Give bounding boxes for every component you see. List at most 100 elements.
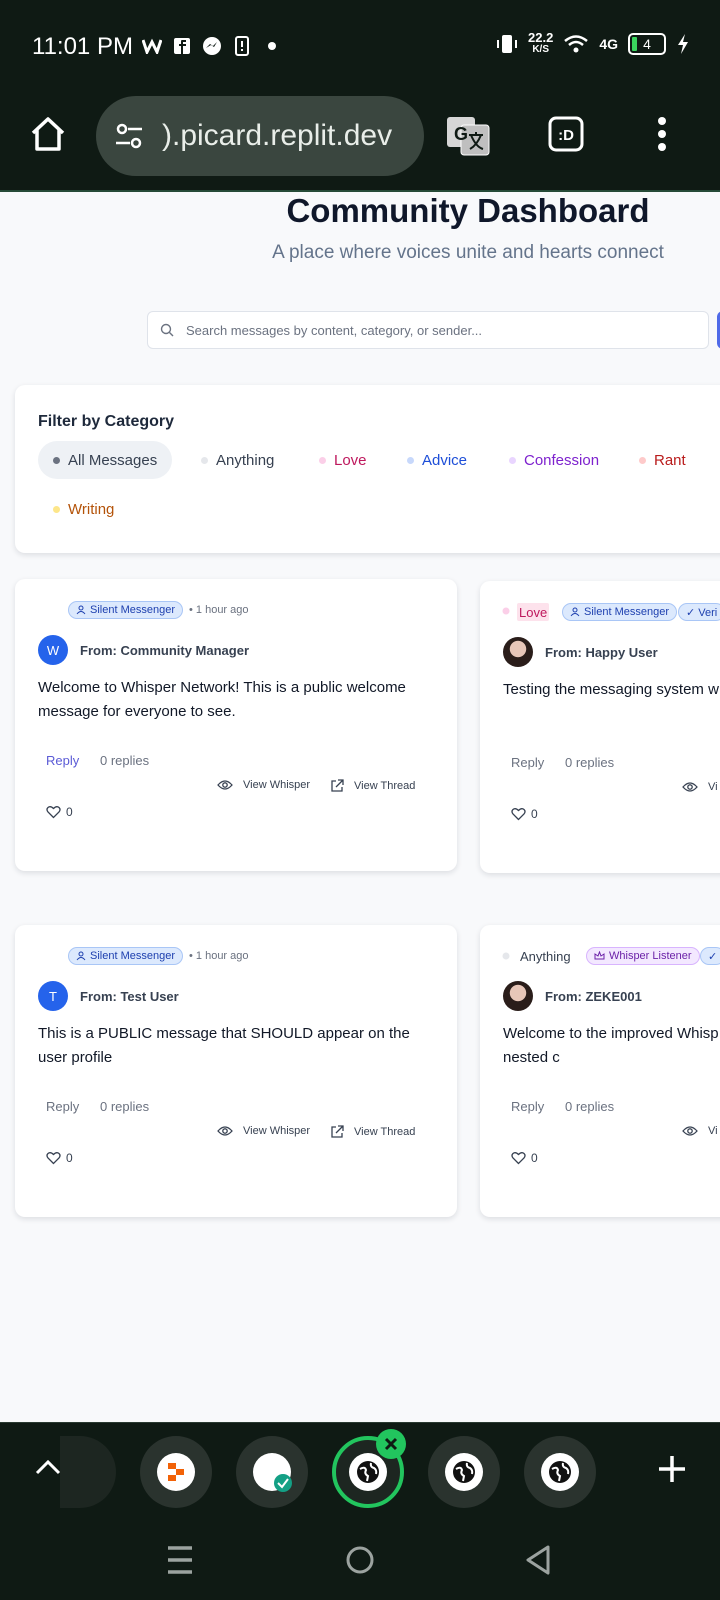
address-bar[interactable]: ).picard.replit.dev [96,96,424,176]
view-thread-label: View Thread [354,780,416,792]
external-link-icon [331,779,344,792]
eye-icon [682,782,698,792]
tab-favicon [445,1453,483,1491]
role-badge-label: Whisper Listener [609,950,692,962]
view-whisper-label: View Whisper [243,779,311,791]
role-badge-label: Silent Messenger [90,604,175,616]
new-tab-plus-icon[interactable] [652,1449,692,1489]
tab-thumbnail-1[interactable] [140,1436,212,1508]
category-badge: Love [517,603,550,621]
view-thread-button[interactable]: View Thread [330,1125,415,1139]
filter-chip-anything[interactable]: Anything [186,441,289,479]
search-placeholder[interactable]: Search messages by content, category, or… [186,323,482,338]
category-dot [319,456,326,464]
reply-count[interactable]: 0 replies [565,755,614,770]
message-body: Welcome to the improved Whisp system sup… [503,1025,720,1066]
search-icon [160,323,174,337]
view-whisper-label: Vi [708,781,718,793]
crown-icon [594,951,605,960]
view-whisper-button[interactable]: Vi [682,781,718,793]
like-button[interactable]: 0 [46,805,73,819]
globe-icon [549,1461,571,1483]
wifi-icon [564,35,589,53]
filter-chip-writing[interactable]: Writing [38,490,129,528]
message-time: • 1 hour ago [189,604,249,616]
close-tab-icon[interactable] [376,1429,406,1459]
recent-apps-icon[interactable] [164,1542,196,1578]
tab-thumbnail-2[interactable] [236,1436,308,1508]
category-badge-label: Anything [520,948,571,964]
like-button[interactable]: 0 [511,807,538,821]
heart-icon [46,1152,61,1165]
view-whisper-button[interactable]: View Whisper [217,779,310,791]
more-menu-icon[interactable] [652,114,672,154]
reply-count[interactable]: 0 replies [565,1099,614,1114]
filter-chip-love[interactable]: Love [304,441,382,479]
extension-icon[interactable]: :D [548,116,584,152]
category-badge-label: Love [519,604,548,620]
filter-chip-confession[interactable]: Confession [494,441,614,479]
filter-chip-advice[interactable]: Advice [392,441,482,479]
filter-chip-label: Confession [524,451,600,469]
facebook-icon [172,36,192,56]
category-dot [502,952,510,960]
eye-icon [217,780,233,790]
view-thread-label: View Thread [354,1126,416,1138]
user-icon [570,607,580,617]
notification-icons [142,36,282,56]
filter-chip-label: Advice [422,451,468,469]
user-icon [76,605,86,615]
avatar [503,637,533,667]
tab-favicon [349,1453,387,1491]
filter-chip-rant[interactable]: Rant [624,441,701,479]
vibrate-icon [497,35,517,53]
message-card: Love Silent Messenger ✓ Veri From: Happy… [480,581,720,873]
view-whisper-button[interactable]: Vi [682,1125,718,1137]
avatar: W [38,635,68,665]
home-icon[interactable] [26,112,70,156]
reply-button[interactable]: Reply [511,1099,544,1114]
page-title: Community Dashboard [286,192,650,229]
user-icon [76,951,86,961]
view-thread-button[interactable]: View Thread [330,779,415,793]
filter-chip-label: Anything [216,451,275,469]
tab-thumbnail-4[interactable] [428,1436,500,1508]
category-dot [639,456,646,464]
check-badge-icon [274,1474,292,1492]
tab-favicon [253,1453,292,1492]
reply-count[interactable]: 0 replies [100,1099,149,1114]
messenger-icon [202,36,222,56]
like-button[interactable]: 0 [511,1151,538,1165]
tab-thumbnail-5[interactable] [524,1436,596,1508]
view-whisper-button[interactable]: View Whisper [217,1125,310,1137]
translate-icon[interactable]: G [444,114,492,158]
search-input[interactable]: Search messages by content, category, or… [147,311,709,349]
message-card: Silent Messenger • 1 hour ago W From: Co… [15,579,457,871]
filter-chip-all-messages[interactable]: All Messages [38,441,173,479]
sender-name: From: Community Manager [80,643,250,658]
tab-partial[interactable] [60,1436,116,1508]
battery-icon: 4 [628,33,666,55]
category-dot [53,456,60,464]
like-count: 0 [531,807,538,821]
site-settings-icon[interactable] [114,123,144,149]
sender-name: From: Test User [80,989,179,1004]
like-button[interactable]: 0 [46,1151,73,1165]
external-link-icon [331,1125,344,1138]
more-notifications-dot [262,36,282,56]
reply-button[interactable]: Reply [46,1099,79,1114]
page-content: Community Dashboard A place where voices… [0,192,720,1422]
home-button-icon[interactable] [342,1542,378,1578]
reply-button[interactable]: Reply [511,755,544,770]
url-text[interactable]: ).picard.replit.dev [162,119,392,153]
status-bar: 11:01 PM 22.2 K/S 4G 4 [0,0,720,90]
message-time: • 1 hour ago [189,950,249,962]
heart-icon [511,808,526,821]
message-card: Silent Messenger • 1 hour ago T From: Te… [15,925,457,1217]
reply-button[interactable]: Reply [46,753,79,768]
filter-chip-label: Rant [654,451,686,469]
role-badge-label: Silent Messenger [584,606,669,618]
back-icon[interactable] [522,1542,554,1578]
charging-icon [678,34,688,54]
reply-count[interactable]: 0 replies [100,753,149,768]
